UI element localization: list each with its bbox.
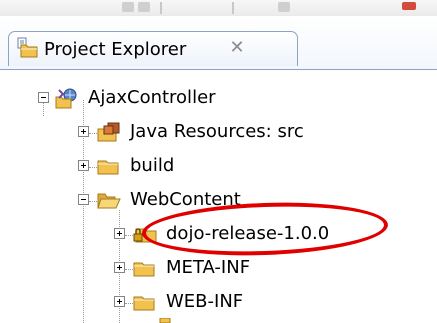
web-project-icon	[55, 88, 77, 109]
toolbar-button[interactable]	[122, 2, 134, 12]
tree-item-build[interactable]: build	[0, 149, 437, 183]
tab-project-explorer[interactable]: Project Explorer ✕	[8, 31, 298, 66]
collapse-icon[interactable]	[38, 92, 49, 103]
toolbar-strip	[0, 0, 437, 17]
view-tab-area: Project Explorer ✕	[0, 16, 437, 70]
expand-icon[interactable]	[78, 126, 89, 137]
tree-item-ajaxcontroller[interactable]: AjaxController	[0, 81, 437, 115]
expand-icon[interactable]	[78, 160, 89, 171]
expand-icon[interactable]	[114, 262, 125, 273]
tree-item-web-inf[interactable]: WEB-INF	[0, 285, 437, 319]
expand-icon[interactable]	[114, 296, 125, 307]
tree-item-label: META-INF	[166, 257, 251, 278]
toolbar-button[interactable]	[138, 2, 150, 12]
folder-icon	[133, 262, 155, 277]
tree-item-label: WEB-INF	[166, 291, 244, 312]
tree-item-label: build	[130, 155, 175, 176]
tree-item-java-resources[interactable]: Java Resources: src	[0, 115, 437, 149]
toolbar-separator	[160, 2, 162, 14]
toolbar-button[interactable]	[278, 2, 290, 12]
close-icon[interactable]: ✕	[227, 38, 247, 58]
folder-icon	[159, 318, 171, 323]
tree-item-meta-inf[interactable]: META-INF	[0, 251, 437, 285]
project-tree: AjaxController Java Resources: src build…	[0, 70, 437, 323]
expand-icon[interactable]	[114, 228, 125, 239]
toolbar-separator	[232, 2, 234, 14]
java-resources-icon	[97, 122, 120, 142]
collapse-icon[interactable]	[78, 194, 89, 205]
open-folder-icon	[97, 193, 121, 209]
folder-icon	[133, 296, 155, 311]
tab-label: Project Explorer	[44, 39, 187, 60]
project-explorer-icon	[17, 37, 38, 58]
tree-item-label: Java Resources: src	[130, 121, 304, 142]
tree-item-label: AjaxController	[88, 87, 216, 108]
folder-icon	[97, 160, 119, 175]
toolbar-red-button[interactable]	[402, 2, 416, 10]
